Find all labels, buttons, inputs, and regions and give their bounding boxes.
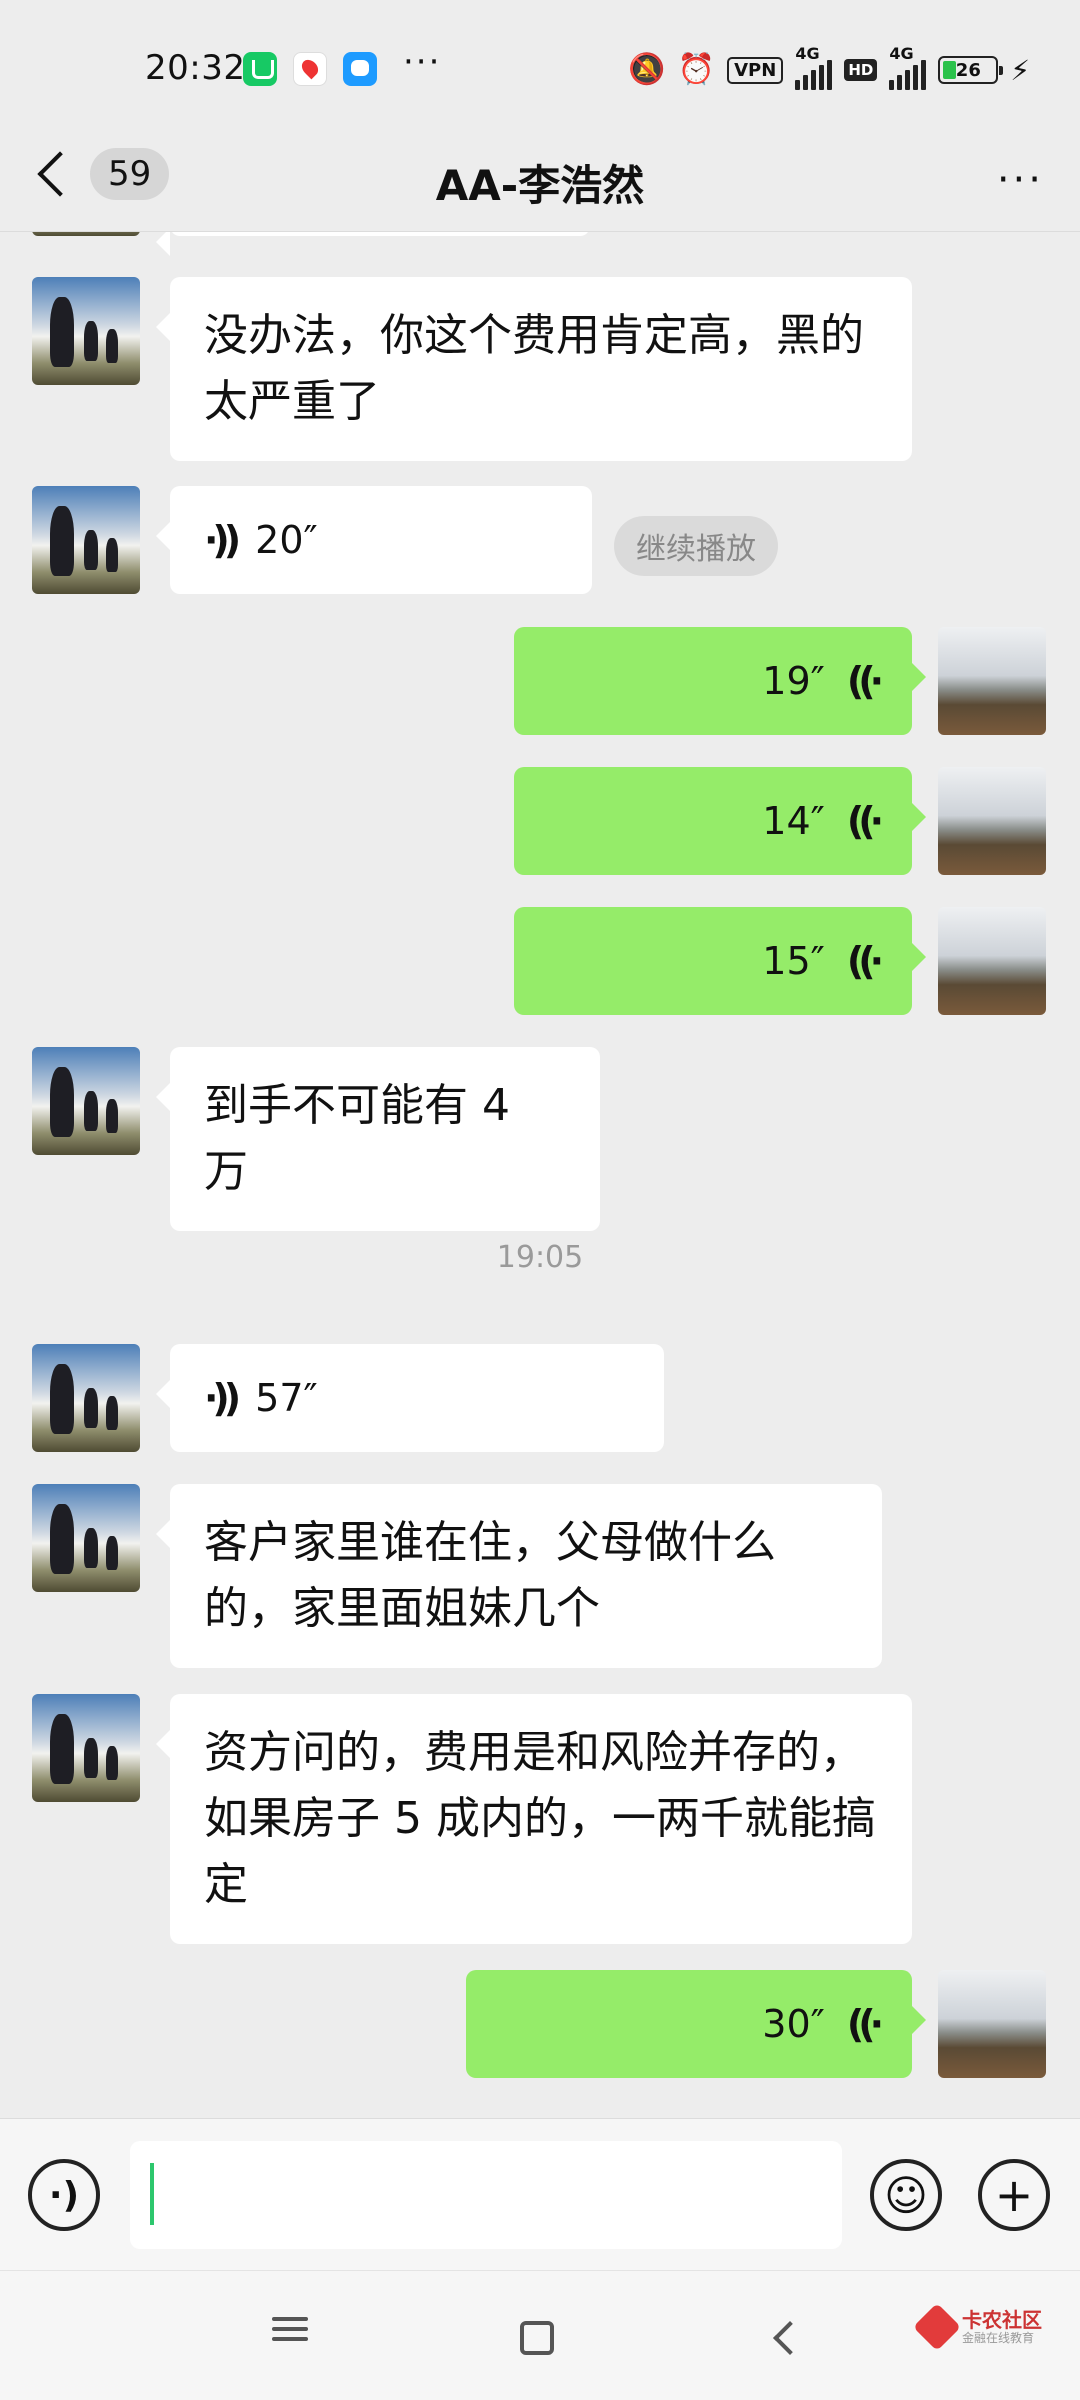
voice-content: 19″ ((· bbox=[548, 627, 884, 735]
voice-message-sent[interactable]: 15″ ((· bbox=[514, 907, 926, 1015]
my-avatar[interactable] bbox=[938, 1970, 1046, 2078]
mute-bell-icon: 🔕 bbox=[628, 52, 666, 87]
emoji-icon: ☺ bbox=[884, 2170, 928, 2220]
charging-icon: ⚡ bbox=[1010, 53, 1030, 87]
net-type-2: 4G bbox=[889, 44, 914, 63]
contact-avatar[interactable] bbox=[32, 486, 140, 594]
system-navigation-bar: 卡农社区 金融在线教育 bbox=[0, 2270, 1080, 2400]
recent-apps-icon[interactable] bbox=[272, 2311, 308, 2347]
watermark-logo-icon bbox=[912, 2303, 962, 2352]
voice-duration: 14″ bbox=[762, 799, 825, 843]
message-bubble-partial bbox=[156, 232, 590, 256]
status-indicators: 🔕 ⏰ VPN 4G HD 4G 26 ⚡ bbox=[628, 44, 1030, 90]
map-app-icon bbox=[293, 52, 327, 86]
more-options-button[interactable]: ··· bbox=[997, 160, 1044, 200]
more-functions-button[interactable]: + bbox=[978, 2159, 1050, 2231]
plus-icon: + bbox=[994, 2168, 1034, 2222]
watermark: 卡农社区 金融在线教育 bbox=[912, 2303, 1042, 2352]
signal-1-icon: 4G bbox=[795, 44, 833, 90]
voice-duration: 20″ bbox=[255, 518, 318, 562]
contact-avatar[interactable] bbox=[32, 1694, 140, 1802]
watermark-text: 卡农社区 金融在线教育 bbox=[962, 2309, 1042, 2346]
voice-wave-icon: ·)) bbox=[204, 1376, 241, 1420]
voice-wave-icon: ((· bbox=[846, 659, 884, 703]
message-bubble-text[interactable]: 到手不可能有 4 万 bbox=[156, 1047, 600, 1231]
voice-content: 14″ ((· bbox=[548, 767, 884, 875]
message-list[interactable]: 没办法，你这个费用肯定高，黑的太严重了 ·)) 20″ 继续播放 19″ ((· bbox=[0, 232, 1080, 2118]
voice-wave-icon: ((· bbox=[846, 2002, 884, 2046]
voice-duration: 30″ bbox=[762, 2002, 825, 2046]
alarm-icon: ⏰ bbox=[677, 52, 716, 87]
voice-content: 15″ ((· bbox=[548, 907, 884, 1015]
battery-icon: 26 bbox=[938, 56, 1004, 84]
contact-avatar[interactable] bbox=[32, 1344, 140, 1452]
voice-message[interactable]: ·)) 57″ bbox=[156, 1344, 664, 1452]
voice-icon: ·) bbox=[48, 2174, 80, 2216]
message-text: 资方问的，费用是和风险并存的，如果房子 5 成内的，一两千就能搞定 bbox=[204, 1727, 876, 1910]
voice-content: 30″ ((· bbox=[500, 1970, 884, 2078]
voice-content: ·)) 57″ bbox=[204, 1344, 630, 1452]
voice-wave-icon: ((· bbox=[846, 799, 884, 843]
system-back-icon[interactable] bbox=[773, 2321, 807, 2355]
text-cursor bbox=[150, 2163, 154, 2225]
voice-message-sent[interactable]: 14″ ((· bbox=[514, 767, 926, 875]
contact-avatar[interactable] bbox=[32, 277, 140, 385]
signal-2-icon: 4G bbox=[889, 44, 927, 90]
contact-avatar[interactable] bbox=[32, 232, 140, 236]
contact-avatar[interactable] bbox=[32, 1484, 140, 1592]
my-avatar[interactable] bbox=[938, 907, 1046, 1015]
message-bubble-text[interactable]: 没办法，你这个费用肯定高，黑的太严重了 bbox=[156, 277, 912, 461]
net-type-1: 4G bbox=[795, 44, 820, 63]
voice-message[interactable]: ·)) 20″ bbox=[156, 486, 592, 594]
message-text: 没办法，你这个费用肯定高，黑的太严重了 bbox=[204, 310, 864, 427]
my-avatar[interactable] bbox=[938, 627, 1046, 735]
chat-header: 59 AA-李浩然 ··· bbox=[0, 130, 1080, 232]
voice-wave-icon: ·)) bbox=[204, 518, 241, 562]
watermark-sub: 金融在线教育 bbox=[962, 2331, 1035, 2345]
voice-duration: 57″ bbox=[255, 1376, 318, 1420]
message-text: 到手不可能有 4 万 bbox=[204, 1080, 510, 1197]
chat-title: AA-李浩然 bbox=[435, 161, 645, 210]
voice-message-sent[interactable]: 19″ ((· bbox=[514, 627, 926, 735]
message-app-icon bbox=[343, 52, 377, 86]
vpn-badge: VPN bbox=[727, 56, 784, 84]
more-notifications-icon: ··· bbox=[403, 42, 442, 82]
message-bubble-text[interactable]: 资方问的，费用是和风险并存的，如果房子 5 成内的，一两千就能搞定 bbox=[156, 1694, 912, 1944]
continue-playback-button[interactable]: 继续播放 bbox=[614, 516, 778, 576]
contact-avatar[interactable] bbox=[32, 1047, 140, 1155]
hd-badge: HD bbox=[844, 59, 878, 81]
chat-timestamp: 19:05 bbox=[496, 1240, 584, 1275]
voice-wave-icon: ((· bbox=[846, 939, 884, 983]
voice-input-button[interactable]: ·) bbox=[28, 2159, 100, 2231]
voice-message-sent[interactable]: 30″ ((· bbox=[466, 1970, 926, 2078]
message-bubble-text[interactable]: 客户家里谁在住，父母做什么的，家里面姐妹几个 bbox=[156, 1484, 882, 1668]
home-icon[interactable] bbox=[520, 2321, 554, 2355]
voice-duration: 19″ bbox=[762, 659, 825, 703]
emoji-button[interactable]: ☺ bbox=[870, 2159, 942, 2231]
my-avatar[interactable] bbox=[938, 767, 1046, 875]
voice-content: ·)) 20″ bbox=[204, 486, 558, 594]
voice-duration: 15″ bbox=[762, 939, 825, 983]
chat-screen: 20:32 ··· 🔕 ⏰ VPN 4G HD 4G 26 ⚡ 59 AA-李浩… bbox=[0, 0, 1080, 2400]
status-time: 20:32 bbox=[145, 48, 246, 88]
status-bar: 20:32 ··· 🔕 ⏰ VPN 4G HD 4G 26 ⚡ bbox=[0, 0, 1080, 130]
watermark-main: 卡农社区 bbox=[962, 2308, 1042, 2332]
message-text: 客户家里谁在住，父母做什么的，家里面姐妹几个 bbox=[204, 1517, 776, 1634]
chat-input-bar: ·) ☺ + bbox=[0, 2118, 1080, 2270]
message-input[interactable] bbox=[130, 2141, 842, 2249]
battery-level: 26 bbox=[955, 59, 981, 81]
mi-home-icon bbox=[243, 52, 277, 86]
